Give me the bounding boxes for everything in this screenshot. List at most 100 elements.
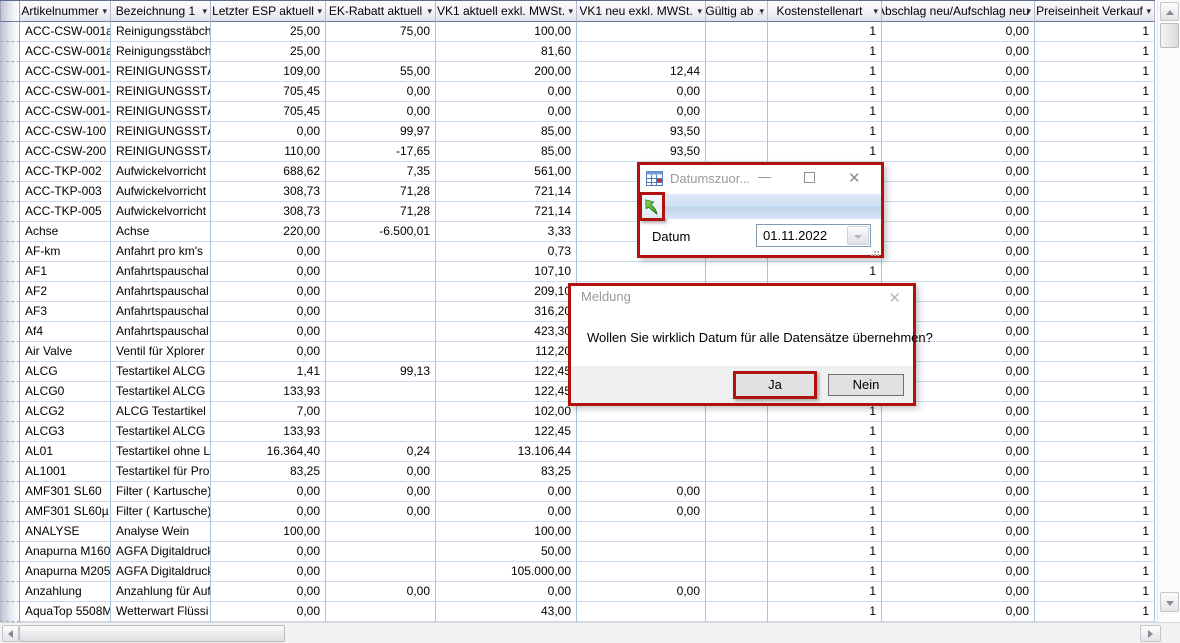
- grid-cell[interactable]: 0,00: [882, 262, 1035, 282]
- grid-cell[interactable]: 1: [1035, 362, 1155, 382]
- grid-cell[interactable]: 100,00: [211, 522, 326, 542]
- grid-cell[interactable]: 12,44: [577, 62, 706, 82]
- grid-cell[interactable]: 0,00: [882, 562, 1035, 582]
- grid-cell[interactable]: ACC-CSW-001a1: [20, 42, 111, 62]
- date-dropdown-button[interactable]: [847, 226, 869, 245]
- grid-cell[interactable]: [706, 542, 768, 562]
- grid-cell[interactable]: 0,00: [211, 242, 326, 262]
- grid-cell[interactable]: 220,00: [211, 222, 326, 242]
- grid-cell[interactable]: AMF301 SL60: [20, 482, 111, 502]
- grid-cell[interactable]: 0,00: [882, 182, 1035, 202]
- no-button[interactable]: Nein: [828, 374, 904, 396]
- grid-cell[interactable]: [577, 542, 706, 562]
- row-selector[interactable]: [0, 402, 20, 422]
- row-selector[interactable]: [0, 42, 20, 62]
- grid-cell[interactable]: [577, 562, 706, 582]
- grid-cell[interactable]: Testartikel für Pro: [111, 462, 211, 482]
- grid-cell[interactable]: 13.106,44: [436, 442, 577, 462]
- grid-cell[interactable]: 99,13: [326, 362, 436, 382]
- grid-cell[interactable]: [577, 522, 706, 542]
- column-header-preiseinheit-verkauf[interactable]: Preiseinheit Verkauf▾: [1035, 1, 1155, 22]
- grid-cell[interactable]: [706, 522, 768, 542]
- grid-cell[interactable]: 0,00: [211, 602, 326, 622]
- grid-cell[interactable]: 100,00: [436, 522, 577, 542]
- grid-cell[interactable]: 1,41: [211, 362, 326, 382]
- grid-cell[interactable]: 83,25: [211, 462, 326, 482]
- grid-cell[interactable]: 0,00: [882, 142, 1035, 162]
- grid-cell[interactable]: 1: [1035, 22, 1155, 42]
- grid-cell[interactable]: 25,00: [211, 22, 326, 42]
- grid-cell[interactable]: 1: [1035, 102, 1155, 122]
- grid-cell[interactable]: 1: [768, 262, 882, 282]
- grid-cell[interactable]: Anfahrtspauschal: [111, 322, 211, 342]
- grid-cell[interactable]: [577, 462, 706, 482]
- grid-cell[interactable]: 81,60: [436, 42, 577, 62]
- grid-cell[interactable]: [326, 422, 436, 442]
- grid-cell[interactable]: 1: [1035, 342, 1155, 362]
- minimize-button[interactable]: —: [758, 169, 771, 184]
- row-selector[interactable]: [0, 282, 20, 302]
- grid-cell[interactable]: 1: [1035, 262, 1155, 282]
- grid-cell[interactable]: [326, 522, 436, 542]
- horizontal-scroll-thumb[interactable]: [19, 625, 285, 642]
- grid-cell[interactable]: [706, 502, 768, 522]
- row-selector[interactable]: [0, 302, 20, 322]
- grid-cell[interactable]: 1: [768, 462, 882, 482]
- grid-cell[interactable]: 0,00: [211, 122, 326, 142]
- grid-cell[interactable]: [326, 242, 436, 262]
- grid-cell[interactable]: AL01: [20, 442, 111, 462]
- grid-cell[interactable]: 0,24: [326, 442, 436, 462]
- grid-cell[interactable]: -17,65: [326, 142, 436, 162]
- grid-cell[interactable]: 0,00: [577, 482, 706, 502]
- grid-cell[interactable]: 0,00: [882, 82, 1035, 102]
- grid-cell[interactable]: 1: [1035, 562, 1155, 582]
- scroll-up-button[interactable]: [1160, 2, 1179, 21]
- grid-cell[interactable]: Air Valve: [20, 342, 111, 362]
- grid-cell[interactable]: [577, 442, 706, 462]
- grid-cell[interactable]: [577, 422, 706, 442]
- grid-cell[interactable]: 0,00: [882, 542, 1035, 562]
- grid-cell[interactable]: Anzahlung für Auf: [111, 582, 211, 602]
- grid-cell[interactable]: 83,25: [436, 462, 577, 482]
- grid-cell[interactable]: 0,00: [882, 42, 1035, 62]
- grid-cell[interactable]: [706, 602, 768, 622]
- row-selector[interactable]: [0, 222, 20, 242]
- grid-cell[interactable]: 110,00: [211, 142, 326, 162]
- grid-cell[interactable]: 0,00: [577, 102, 706, 122]
- grid-cell[interactable]: 75,00: [326, 22, 436, 42]
- grid-cell[interactable]: ACC-CSW-100: [20, 122, 111, 142]
- grid-cell[interactable]: 107,10: [436, 262, 577, 282]
- grid-cell[interactable]: Wetterwart Flüssi: [111, 602, 211, 622]
- grid-cell[interactable]: ALCG2: [20, 402, 111, 422]
- grid-cell[interactable]: 112,20: [436, 342, 577, 362]
- grid-cell[interactable]: 0,00: [211, 262, 326, 282]
- grid-cell[interactable]: 0,00: [211, 342, 326, 362]
- grid-cell[interactable]: 1: [768, 582, 882, 602]
- grid-cell[interactable]: ACC-TKP-002: [20, 162, 111, 182]
- grid-cell[interactable]: 1: [1035, 582, 1155, 602]
- grid-cell[interactable]: 105.000,00: [436, 562, 577, 582]
- grid-cell[interactable]: Anapurna M1600: [20, 542, 111, 562]
- grid-cell[interactable]: [326, 562, 436, 582]
- grid-cell[interactable]: Reinigungsstäbch: [111, 42, 211, 62]
- grid-cell[interactable]: 50,00: [436, 542, 577, 562]
- grid-cell[interactable]: 99,97: [326, 122, 436, 142]
- resize-grip[interactable]: [871, 245, 879, 253]
- grid-cell[interactable]: [706, 122, 768, 142]
- grid-cell[interactable]: 0,00: [882, 222, 1035, 242]
- grid-cell[interactable]: 200,00: [436, 62, 577, 82]
- grid-cell[interactable]: 0,00: [436, 482, 577, 502]
- grid-cell[interactable]: 1: [1035, 222, 1155, 242]
- grid-cell[interactable]: [577, 42, 706, 62]
- grid-cell[interactable]: ACC-CSW-001-3: [20, 82, 111, 102]
- grid-cell[interactable]: [706, 22, 768, 42]
- column-header-vk1-neu-exkl-mwst-[interactable]: VK1 neu exkl. MWSt.▾: [577, 1, 706, 22]
- row-selector[interactable]: [0, 562, 20, 582]
- grid-cell[interactable]: [326, 42, 436, 62]
- row-selector[interactable]: [0, 202, 20, 222]
- grid-cell[interactable]: 1: [1035, 202, 1155, 222]
- grid-cell[interactable]: 1: [1035, 142, 1155, 162]
- grid-cell[interactable]: 85,00: [436, 122, 577, 142]
- grid-cell[interactable]: 71,28: [326, 182, 436, 202]
- grid-cell[interactable]: 0,00: [211, 322, 326, 342]
